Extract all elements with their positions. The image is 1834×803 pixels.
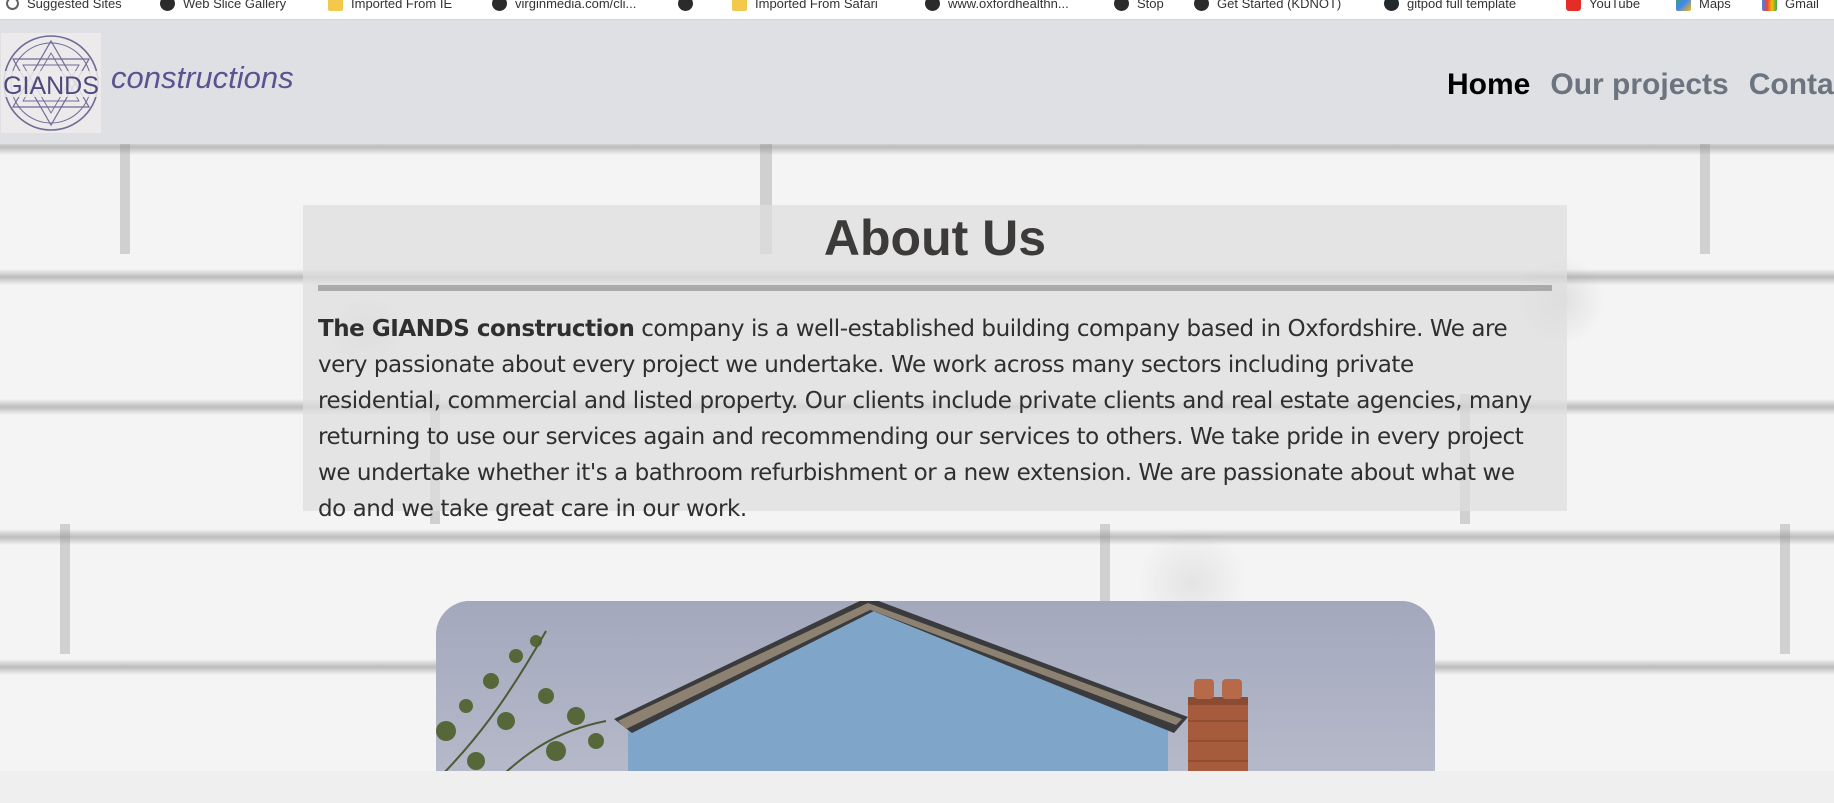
globe-icon xyxy=(1194,0,1209,11)
bookmark-oxfordhealth[interactable]: www.oxfordhealthn... xyxy=(925,0,1069,13)
bookmark-maps[interactable]: Maps xyxy=(1676,0,1731,13)
bookmark-label: Stop xyxy=(1137,0,1164,11)
bookmark-suggested-sites[interactable]: Suggested Sites xyxy=(6,0,122,13)
brick-joint xyxy=(1700,144,1710,254)
bookmark-imported-from-safari[interactable]: Imported From Safari xyxy=(732,0,878,13)
bookmarks-bar: Suggested Sites Web Slice Gallery Import… xyxy=(0,0,1834,20)
about-us-text: The GIANDS construction company is a wel… xyxy=(318,311,1541,527)
about-body: company is a well-established building c… xyxy=(318,316,1532,522)
company-name: The GIANDS construction xyxy=(318,316,635,342)
footer-strip xyxy=(0,771,1834,803)
hero-section: About Us The GIANDS construction company… xyxy=(0,144,1834,771)
globe-icon xyxy=(678,0,693,11)
bookmark-label: Web Slice Gallery xyxy=(183,0,287,11)
bookmark-label: YouTube xyxy=(1589,0,1641,11)
bookmark-label: Suggested Sites xyxy=(27,0,122,11)
bookmark-get-started[interactable]: Get Started (KDNOT) xyxy=(1194,0,1341,13)
bookmark-label: Imported From Safari xyxy=(755,0,878,11)
github-icon xyxy=(1384,0,1399,11)
brand-name[interactable]: constructions xyxy=(111,60,294,96)
bookmark-youtube[interactable]: YouTube xyxy=(1566,0,1640,13)
about-us-card: About Us The GIANDS construction company… xyxy=(303,205,1567,522)
folder-icon xyxy=(328,0,343,11)
brick-joint xyxy=(120,144,130,254)
nav-our-projects[interactable]: Our projects xyxy=(1550,68,1728,102)
logo-text: GIANDS xyxy=(3,72,99,100)
nav-home[interactable]: Home xyxy=(1447,68,1530,102)
bookmark-label: Gmail xyxy=(1785,0,1819,11)
folder-icon xyxy=(732,0,747,11)
bookmark-label: gitpod full template xyxy=(1407,0,1517,11)
bookmark-web-slice-gallery[interactable]: Web Slice Gallery xyxy=(160,0,286,13)
maps-icon xyxy=(1676,0,1691,11)
bookmark-unnamed[interactable] xyxy=(678,0,701,13)
bookmark-label: Imported From IE xyxy=(351,0,453,11)
bookmark-imported-from-ie[interactable]: Imported From IE xyxy=(328,0,452,13)
heading-divider xyxy=(318,285,1552,291)
globe-icon xyxy=(160,0,175,11)
house-photo xyxy=(436,601,1435,771)
youtube-icon xyxy=(1566,0,1581,11)
bookmark-virginmedia[interactable]: virginmedia.com/cli... xyxy=(492,0,636,13)
globe-icon xyxy=(492,0,507,11)
globe-icon xyxy=(925,0,940,11)
globe-icon xyxy=(1114,0,1129,11)
bookmark-label: Get Started (KDNOT) xyxy=(1217,0,1342,11)
nav-contact[interactable]: Contact xyxy=(1749,68,1834,102)
bookmark-label: www.oxfordhealthn... xyxy=(948,0,1069,11)
main-nav: Home Our projects Contact xyxy=(1447,68,1834,102)
brick-joint xyxy=(1780,524,1790,654)
house-illustration xyxy=(436,601,1435,771)
bookmark-label: virginmedia.com/cli... xyxy=(515,0,637,11)
giands-logo[interactable]: GIANDS xyxy=(1,33,101,133)
logo-emblem: GIANDS xyxy=(3,35,99,131)
brick-joint xyxy=(60,524,70,654)
about-us-heading: About Us xyxy=(823,210,1047,266)
page: Suggested Sites Web Slice Gallery Import… xyxy=(0,0,1834,803)
search-icon xyxy=(6,0,19,10)
site-header: GIANDS constructions Home Our projects C… xyxy=(0,20,1834,144)
gmail-icon xyxy=(1762,0,1777,11)
bookmark-stop[interactable]: Stop xyxy=(1114,0,1164,13)
bookmark-label: Maps xyxy=(1699,0,1731,11)
bookmark-gitpod[interactable]: gitpod full template xyxy=(1384,0,1516,13)
bookmark-gmail[interactable]: Gmail xyxy=(1762,0,1819,13)
